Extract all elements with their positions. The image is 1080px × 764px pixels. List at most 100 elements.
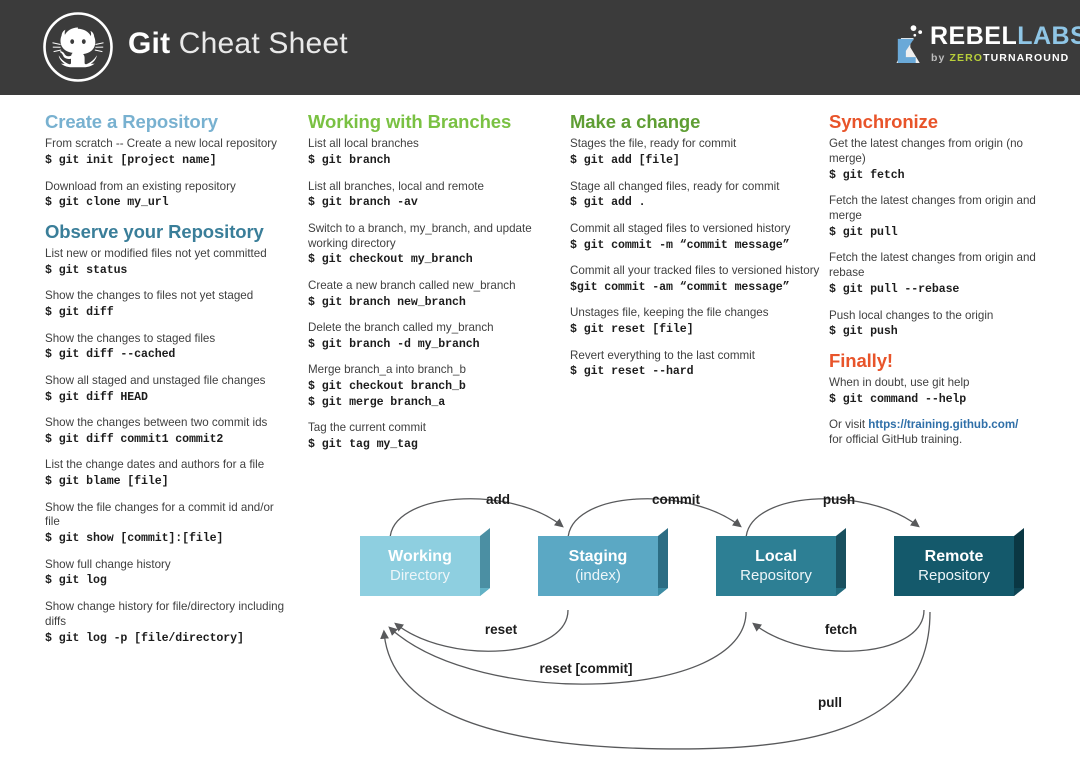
- command-entry: List all branches, local and remote $ git…: [308, 180, 558, 211]
- command-text[interactable]: $ git branch: [308, 153, 558, 168]
- command-text[interactable]: $ git show [commit]:[file]: [45, 531, 290, 546]
- command-description: Stages the file, ready for commit: [570, 137, 737, 151]
- command-description: From scratch -- Create a new local repos…: [45, 137, 277, 151]
- command-description: Push local changes to the origin: [829, 308, 994, 322]
- command-description: Unstages file, keeping the file changes: [570, 306, 769, 320]
- command-text[interactable]: $ git branch new_branch: [308, 295, 558, 310]
- command-entry: Stage all changed files, ready for commi…: [570, 180, 820, 211]
- command-entry: List all local branches $ git branch: [308, 137, 558, 168]
- command-description: Fetch the latest changes from origin and…: [829, 251, 1036, 280]
- command-description: Fetch the latest changes from origin and…: [829, 194, 1036, 223]
- command-text[interactable]: $ git branch -av: [308, 195, 558, 210]
- label-push: push: [823, 492, 855, 507]
- logo-sub-turnaround: TURNAROUND: [983, 52, 1070, 64]
- arrow-reset: [394, 609, 569, 652]
- command-entry: Download from an existing repository $ gi…: [45, 180, 290, 211]
- command-text[interactable]: $ git diff commit1 commit2: [45, 432, 290, 447]
- command-entry: Stages the file, ready for commit $ git a…: [570, 137, 820, 168]
- command-entry: Commit all staged files to versioned his…: [570, 222, 820, 253]
- command-text[interactable]: $ git commit -m “commit message”: [570, 238, 820, 253]
- command-entry: List the change dates and authors for a …: [45, 458, 290, 489]
- command-text[interactable]: $ git add .: [570, 195, 820, 210]
- command-entry: Push local changes to the origin $ git pu…: [829, 309, 1059, 340]
- command-description: Revert everything to the last commit: [570, 348, 755, 362]
- command-text[interactable]: $ git pull: [829, 225, 1059, 240]
- command-text[interactable]: $ git log -p [file/directory]: [45, 631, 290, 646]
- command-text[interactable]: $ git log: [45, 573, 290, 588]
- command-text[interactable]: $ git diff: [45, 305, 290, 320]
- section-heading: Synchronize: [829, 111, 938, 132]
- command-description: Tag the current commit: [308, 420, 426, 434]
- git-flow-diagram: Working Directory Staging (index) Local …: [330, 462, 1030, 762]
- command-entry: Merge branch_a into branch_b $ git checko…: [308, 363, 558, 410]
- logo-sub-zero: ZERO: [949, 52, 984, 64]
- command-entry: Get the latest changes from origin (no m…: [829, 137, 1059, 183]
- command-entry: Delete the branch called my_branch $ git …: [308, 321, 558, 352]
- command-text[interactable]: $ git reset --hard: [570, 364, 820, 379]
- page-title-light: Cheat Sheet: [170, 27, 348, 60]
- diagram-box-remote: Remote Repository: [894, 528, 1024, 596]
- command-text[interactable]: $ git push: [829, 324, 1059, 339]
- command-description: Commit all your tracked files to version…: [570, 264, 820, 278]
- arrow-add: [389, 498, 564, 541]
- command-text[interactable]: $ git tag my_tag: [308, 437, 558, 452]
- command-text[interactable]: $ git command --help: [829, 392, 1059, 407]
- label-commit: commit: [652, 492, 701, 507]
- command-description: Show all staged and unstaged file change…: [45, 373, 266, 387]
- label-reset: reset: [485, 622, 518, 637]
- command-text[interactable]: $ git pull --rebase: [829, 282, 1059, 297]
- logo-sub-by: by: [931, 52, 950, 64]
- label-reset-commit: reset [commit]: [539, 661, 632, 676]
- box-local-subtitle: Repository: [740, 567, 812, 584]
- command-entry: Create a new branch called new_branch $ g…: [308, 279, 558, 310]
- section-heading: Observe your Repository: [45, 220, 264, 242]
- section-heading: Create a Repository: [45, 111, 218, 132]
- command-description: Show the changes to staged files: [45, 331, 216, 345]
- command-text[interactable]: $ git fetch: [829, 168, 1059, 183]
- octocat-icon: [43, 12, 113, 82]
- command-entry: Show change history for file/directory i…: [45, 600, 290, 646]
- command-entry: Fetch the latest changes from origin and…: [829, 194, 1059, 240]
- command-text[interactable]: $ git branch -d my_branch: [308, 337, 558, 352]
- rebellabs-logo[interactable]: REBELLABS by ZEROTURNAROUND: [892, 22, 1080, 74]
- command-entry: Show all staged and unstaged file change…: [45, 374, 290, 405]
- command-text[interactable]: $ git reset [file]: [570, 322, 820, 337]
- command-description: Create a new branch called new_branch: [308, 278, 516, 292]
- command-text[interactable]: $ git init [project name]: [45, 153, 290, 168]
- box-working-title: Working: [388, 548, 452, 565]
- command-entry: List new or modified files not yet commi…: [45, 247, 290, 278]
- command-description: When in doubt, use git help: [829, 376, 970, 390]
- command-text[interactable]: $ git add [file]: [570, 153, 820, 168]
- column-create-observe: Create a Repository From scratch -- Creat…: [45, 111, 290, 657]
- command-description: Get the latest changes from origin (no m…: [829, 137, 1023, 166]
- command-text[interactable]: $ git checkout branch_b: [308, 379, 558, 394]
- command-description: Show the file changes for a commit id an…: [45, 500, 274, 529]
- command-text[interactable]: $git commit -am “commit message”: [570, 280, 820, 295]
- diagram-box-staging: Staging (index): [538, 528, 668, 596]
- page-title-bold: Git: [128, 27, 171, 60]
- command-text[interactable]: $ git diff HEAD: [45, 390, 290, 405]
- command-text[interactable]: $ git merge branch_a: [308, 395, 558, 410]
- column-branches: Working with Branches List all local bran…: [308, 111, 558, 463]
- box-remote-subtitle: Repository: [918, 567, 990, 584]
- section-heading: Make a change: [570, 111, 701, 132]
- command-text[interactable]: $ git checkout my_branch: [308, 252, 558, 267]
- column-make-a-change: Make a change Stages the file, ready for …: [570, 111, 820, 391]
- command-description: Download from an existing repository: [45, 179, 236, 193]
- github-training-link[interactable]: https://training.github.com/: [868, 418, 1018, 431]
- command-entry: Show the changes between two commit ids $…: [45, 416, 290, 447]
- command-text[interactable]: $ git status: [45, 263, 290, 278]
- logo-word-labs: LABS: [1017, 22, 1080, 50]
- label-fetch: fetch: [825, 622, 857, 637]
- footer-post-text: for official GitHub training.: [829, 433, 963, 447]
- command-text[interactable]: $ git blame [file]: [45, 474, 290, 489]
- command-entry: When in doubt, use git help $ git command…: [829, 376, 1059, 407]
- flask-icon: [896, 25, 923, 63]
- command-entry: Commit all your tracked files to version…: [570, 264, 820, 295]
- command-text[interactable]: $ git clone my_url: [45, 195, 290, 210]
- command-entry: Switch to a branch, my_branch, and updat…: [308, 222, 558, 268]
- box-staging-title: Staging: [569, 548, 628, 565]
- command-text[interactable]: $ git diff --cached: [45, 347, 290, 362]
- section-heading: Finally!: [829, 349, 893, 371]
- section-heading: Working with Branches: [308, 111, 512, 132]
